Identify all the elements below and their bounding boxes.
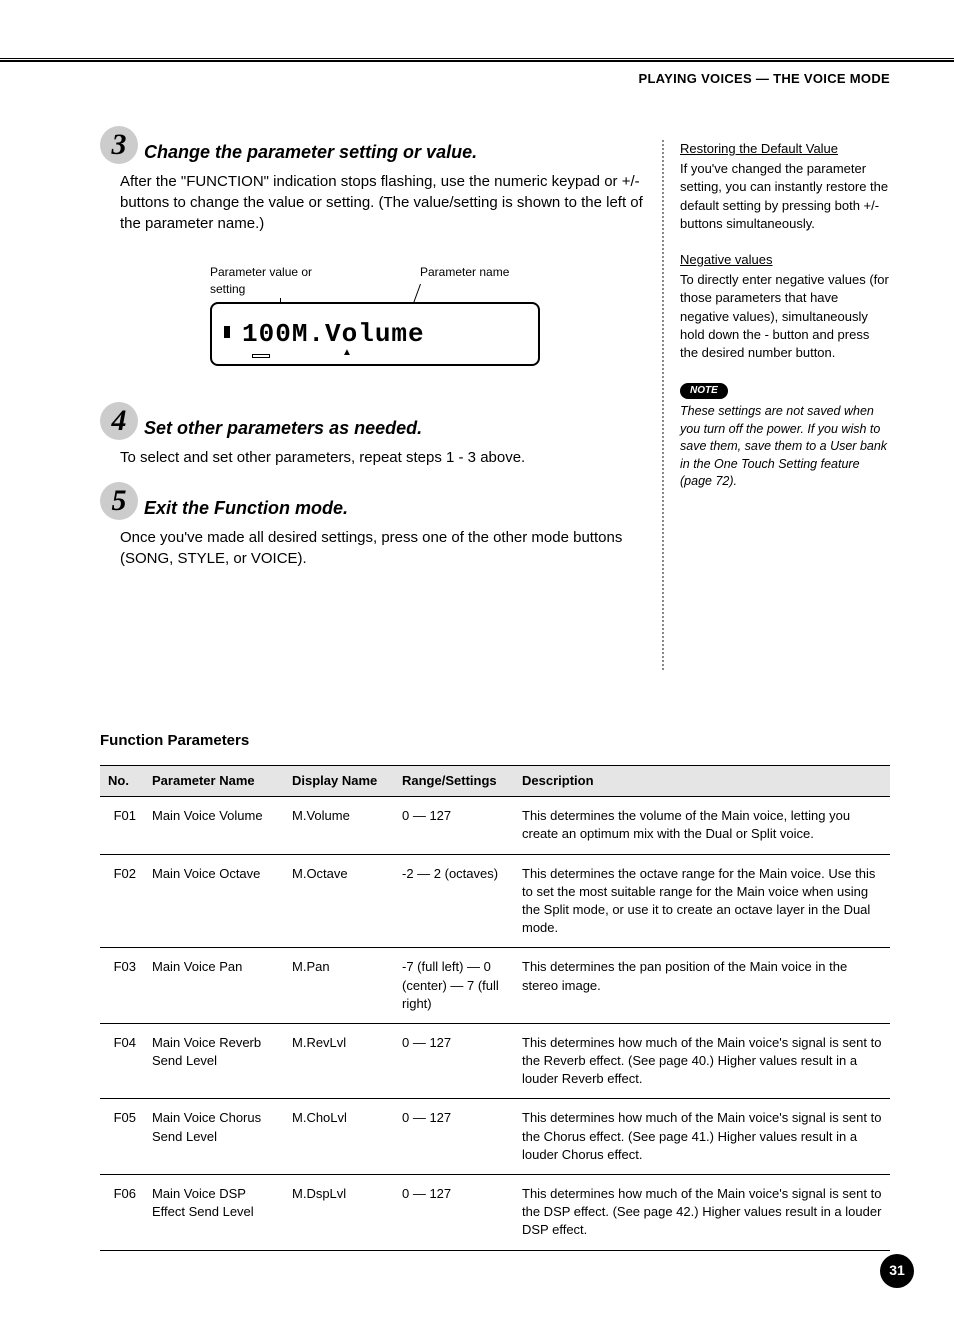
sidebar-heading: Negative values <box>680 251 890 269</box>
cell-desc: This determines the volume of the Main v… <box>514 797 890 854</box>
step-number-badge: 5 <box>100 482 138 520</box>
lcd-bottom-indicator <box>252 354 270 358</box>
content-area: 3 Change the parameter setting or value.… <box>100 140 890 1251</box>
cell-dname: M.DspLvl <box>284 1175 394 1251</box>
sidebar-divider <box>662 140 664 670</box>
step-5: 5 Exit the Function mode. Once you've ma… <box>100 496 650 569</box>
step-title: Exit the Function mode. <box>144 496 650 521</box>
cell-no: F06 <box>100 1175 144 1251</box>
cell-pname: Main Voice Octave <box>144 854 284 948</box>
cell-no: F04 <box>100 1023 144 1099</box>
cell-pname: Main Voice DSP Effect Send Level <box>144 1175 284 1251</box>
cell-dname: M.Octave <box>284 854 394 948</box>
cell-desc: This determines how much of the Main voi… <box>514 1023 890 1099</box>
cell-range: 0 — 127 <box>394 797 514 854</box>
sidebar-heading: Restoring the Default Value <box>680 140 890 158</box>
cell-no: F05 <box>100 1099 144 1175</box>
col-header-dname: Display Name <box>284 766 394 797</box>
lcd-value: 100 <box>242 319 292 349</box>
lcd-display: 100M.Volume ▲ <box>210 302 540 366</box>
cell-dname: M.Volume <box>284 797 394 854</box>
step-number: 5 <box>112 480 127 522</box>
cell-pname: Main Voice Volume <box>144 797 284 854</box>
cell-range: -7 (full left) — 0 (center) — 7 (full ri… <box>394 948 514 1024</box>
figure-label-name: Parameter name <box>420 264 540 298</box>
page-number-badge: 31 <box>880 1254 914 1288</box>
cell-range: 0 — 127 <box>394 1099 514 1175</box>
cell-dname: M.Pan <box>284 948 394 1024</box>
step-number-badge: 4 <box>100 402 138 440</box>
cell-no: F03 <box>100 948 144 1024</box>
table-header-row: No. Parameter Name Display Name Range/Se… <box>100 766 890 797</box>
page-number: 31 <box>889 1261 905 1281</box>
note-text: These settings are not saved when you tu… <box>680 403 890 491</box>
figure-label-value: Parameter value or setting <box>210 264 350 298</box>
function-parameters-section: Function Parameters No. Parameter Name D… <box>100 670 890 1251</box>
step-body: Once you've made all desired settings, p… <box>120 527 650 569</box>
step-number: 3 <box>112 124 127 166</box>
table-row: F06Main Voice DSP Effect Send LevelM.Dsp… <box>100 1175 890 1251</box>
sidebar-restore: Restoring the Default Value If you've ch… <box>680 140 890 233</box>
step-number: 4 <box>112 400 127 442</box>
step-title: Set other parameters as needed. <box>144 416 650 441</box>
col-header-no: No. <box>100 766 144 797</box>
cell-range: -2 — 2 (octaves) <box>394 854 514 948</box>
sidebar: Restoring the Default Value If you've ch… <box>680 140 890 670</box>
sidebar-body: To directly enter negative values (for t… <box>680 271 890 362</box>
sidebar-negative: Negative values To directly enter negati… <box>680 251 890 362</box>
step-4: 4 Set other parameters as needed. To sel… <box>100 416 650 468</box>
step-number-badge: 3 <box>100 126 138 164</box>
table-row: F02Main Voice OctaveM.Octave-2 — 2 (octa… <box>100 854 890 948</box>
note-badge: NOTE <box>680 383 728 399</box>
table-row: F03Main Voice PanM.Pan-7 (full left) — 0… <box>100 948 890 1024</box>
table-row: F01Main Voice VolumeM.Volume0 — 127This … <box>100 797 890 854</box>
main-column: 3 Change the parameter setting or value.… <box>100 140 650 597</box>
cell-dname: M.ChoLvl <box>284 1099 394 1175</box>
lcd-caret-icon: ▲ <box>342 346 352 360</box>
sidebar-body: If you've changed the parameter setting,… <box>680 160 890 233</box>
lcd-indicator-icon <box>224 326 230 338</box>
function-parameters-table: No. Parameter Name Display Name Range/Se… <box>100 765 890 1251</box>
cell-pname: Main Voice Chorus Send Level <box>144 1099 284 1175</box>
cell-desc: This determines how much of the Main voi… <box>514 1099 890 1175</box>
step-body: To select and set other parameters, repe… <box>120 447 650 468</box>
sidebar-note: NOTE These settings are not saved when y… <box>680 380 890 491</box>
function-parameters-title: Function Parameters <box>100 730 890 751</box>
cell-no: F02 <box>100 854 144 948</box>
cell-dname: M.RevLvl <box>284 1023 394 1099</box>
cell-pname: Main Voice Pan <box>144 948 284 1024</box>
cell-no: F01 <box>100 797 144 854</box>
section-header: PLAYING VOICES — THE VOICE MODE <box>638 70 890 88</box>
lcd-figure: Parameter value or setting Parameter nam… <box>210 264 540 366</box>
col-header-range: Range/Settings <box>394 766 514 797</box>
col-header-pname: Parameter Name <box>144 766 284 797</box>
cell-desc: This determines how much of the Main voi… <box>514 1175 890 1251</box>
table-row: F04Main Voice Reverb Send LevelM.RevLvl0… <box>100 1023 890 1099</box>
cell-pname: Main Voice Reverb Send Level <box>144 1023 284 1099</box>
step-3: 3 Change the parameter setting or value.… <box>100 140 650 234</box>
header-rule <box>0 58 954 62</box>
lcd-param-name: M.Volume <box>292 319 425 349</box>
cell-range: 0 — 127 <box>394 1175 514 1251</box>
lcd-text: 100M.Volume <box>242 316 425 352</box>
cell-range: 0 — 127 <box>394 1023 514 1099</box>
step-title: Change the parameter setting or value. <box>144 140 650 165</box>
col-header-desc: Description <box>514 766 890 797</box>
step-body: After the "FUNCTION" indication stops fl… <box>120 171 650 234</box>
table-row: F05Main Voice Chorus Send LevelM.ChoLvl0… <box>100 1099 890 1175</box>
cell-desc: This determines the pan position of the … <box>514 948 890 1024</box>
cell-desc: This determines the octave range for the… <box>514 854 890 948</box>
